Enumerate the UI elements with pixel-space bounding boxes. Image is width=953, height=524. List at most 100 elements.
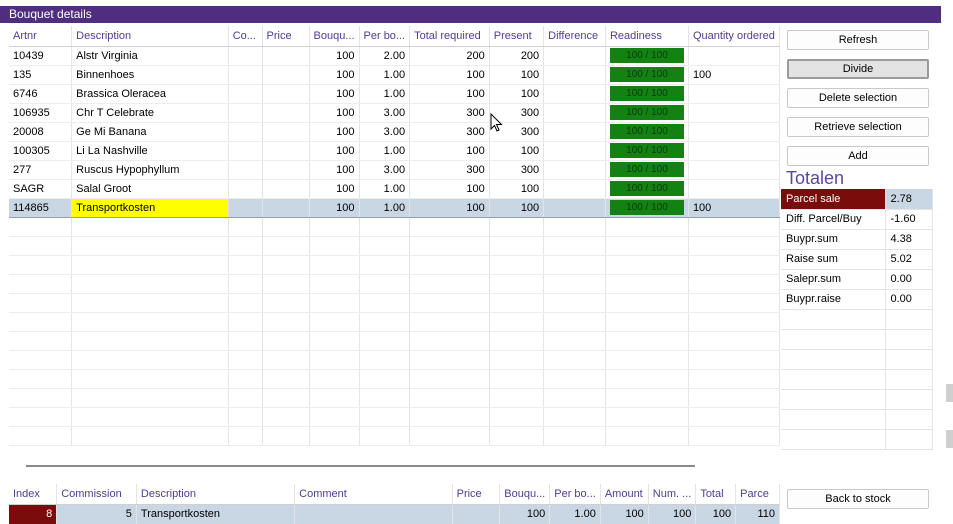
cell-description[interactable]: Transportkosten	[136, 504, 296, 524]
cell-artnr[interactable]: 20008	[9, 122, 73, 142]
cell-description[interactable]: Salal Groot	[71, 179, 229, 199]
cell-total-required[interactable]: 100	[409, 179, 490, 199]
column-header[interactable]: Price	[452, 484, 501, 505]
cell-description[interactable]: Alstr Virginia	[71, 46, 229, 66]
cell-per-bouquet[interactable]: 1.00	[359, 84, 411, 104]
cell-amount[interactable]: 100	[600, 504, 649, 524]
cell-difference[interactable]	[543, 84, 606, 104]
cell-quantity-ordered[interactable]	[688, 160, 780, 180]
cell-price[interactable]	[262, 197, 310, 218]
cell-quantity-ordered[interactable]	[688, 46, 780, 66]
cell-readiness[interactable]: 100 / 100	[605, 65, 689, 85]
cell-quantity-ordered[interactable]	[688, 141, 780, 161]
cell-present[interactable]: 100	[489, 141, 545, 161]
cell-per-bouquet[interactable]: 3.00	[359, 122, 411, 142]
cell-total-required[interactable]: 200	[409, 46, 490, 66]
cell-artnr[interactable]: 114865	[9, 197, 73, 218]
table-row[interactable]: 277 Ruscus Hypophyllum 100 3.00 300 300 100 / …	[9, 160, 780, 180]
cell-bouquets[interactable]: 100	[309, 160, 360, 180]
cell-bouquets[interactable]: 100	[309, 46, 360, 66]
cell-difference[interactable]	[543, 160, 606, 180]
cell-co[interactable]	[228, 160, 263, 180]
cell-co[interactable]	[228, 197, 263, 218]
cell-total-required[interactable]: 100	[409, 141, 490, 161]
table-row[interactable]: 106935 Chr T Celebrate 100 3.00 300 300 100 / …	[9, 103, 780, 123]
cell-bouquets[interactable]: 100	[309, 84, 360, 104]
cell-present[interactable]: 100	[489, 197, 545, 218]
cell-total-required[interactable]: 300	[409, 160, 490, 180]
cell-bouquets[interactable]: 100	[309, 122, 360, 142]
column-header[interactable]: Amount	[600, 484, 649, 505]
cell-total-required[interactable]: 100	[409, 65, 490, 85]
cell-description[interactable]: Li La Nashville	[71, 141, 229, 161]
column-header[interactable]: Bouqu...	[499, 484, 551, 505]
cell-present[interactable]: 100	[489, 179, 545, 199]
cell-readiness[interactable]: 100 / 100	[605, 84, 689, 104]
cell-total[interactable]: 100	[695, 504, 737, 524]
cell-quantity-ordered[interactable]: 100	[688, 65, 780, 85]
cell-price[interactable]	[262, 46, 310, 66]
cell-difference[interactable]	[543, 179, 606, 199]
cell-total-required[interactable]: 100	[409, 197, 490, 218]
cell-quantity-ordered[interactable]	[688, 179, 780, 199]
cell-bouquets[interactable]: 100	[309, 65, 360, 85]
cell-per-bouquet[interactable]: 2.00	[359, 46, 411, 66]
cell-quantity-ordered[interactable]	[688, 84, 780, 104]
cell-difference[interactable]	[543, 122, 606, 142]
column-header[interactable]: Readiness	[605, 26, 689, 47]
cell-artnr[interactable]: 100305	[9, 141, 73, 161]
table-row[interactable]: 100305 Li La Nashville 100 1.00 100 100 100 / …	[9, 141, 780, 161]
column-header[interactable]: Commission	[56, 484, 137, 505]
cell-per-bouquet[interactable]: 1.00	[359, 197, 411, 218]
delete-selection-button[interactable]: Delete selection	[787, 88, 929, 108]
cell-readiness[interactable]: 100 / 100	[605, 141, 689, 161]
cell-bouquets[interactable]: 100	[309, 103, 360, 123]
cell-difference[interactable]	[543, 197, 606, 218]
cell-bouquets[interactable]: 100	[309, 179, 360, 199]
cell-description[interactable]: Chr T Celebrate	[71, 103, 229, 123]
cell-readiness[interactable]: 100 / 100	[605, 160, 689, 180]
cell-description[interactable]: Brassica Oleracea	[71, 84, 229, 104]
cell-readiness[interactable]: 100 / 100	[605, 179, 689, 199]
table-row[interactable]: 6746 Brassica Oleracea 100 1.00 100 100 100 / …	[9, 84, 780, 104]
refresh-button[interactable]: Refresh	[787, 30, 929, 50]
cell-artnr[interactable]: 106935	[9, 103, 73, 123]
cell-readiness[interactable]: 100 / 100	[605, 122, 689, 142]
cell-readiness[interactable]: 100 / 100	[605, 103, 689, 123]
cell-readiness[interactable]: 100 / 100	[605, 197, 689, 218]
column-header[interactable]: Parce	[735, 484, 780, 505]
cell-description[interactable]: Binnenhoes	[71, 65, 229, 85]
cell-bouquets[interactable]: 100	[309, 141, 360, 161]
cell-price[interactable]	[452, 504, 501, 524]
cell-readiness[interactable]: 100 / 100	[605, 46, 689, 66]
cell-description[interactable]: Ruscus Hypophyllum	[71, 160, 229, 180]
cell-price[interactable]	[262, 84, 310, 104]
column-header[interactable]: Bouqu...	[309, 26, 360, 47]
column-header[interactable]: Total required	[409, 26, 490, 47]
divide-button[interactable]: Divide	[787, 59, 929, 79]
cell-total-required[interactable]: 100	[409, 84, 490, 104]
column-header[interactable]: Comment	[294, 484, 453, 505]
cell-price[interactable]	[262, 160, 310, 180]
cell-artnr[interactable]: SAGR	[9, 179, 73, 199]
column-header[interactable]: Per bo...	[549, 484, 601, 505]
cell-bouquets[interactable]: 100	[309, 197, 360, 218]
cell-quantity-ordered[interactable]	[688, 122, 780, 142]
cell-co[interactable]	[228, 141, 263, 161]
cell-per-bouquet[interactable]: 1.00	[359, 65, 411, 85]
commission-grid[interactable]: Index Commission Description Comment Price Bo…	[9, 484, 780, 524]
cell-artnr[interactable]: 6746	[9, 84, 73, 104]
right-scrollbar-thumb-lower[interactable]	[946, 430, 953, 448]
cell-per-bouquet[interactable]: 1.00	[359, 141, 411, 161]
cell-commission[interactable]: 5	[56, 504, 137, 524]
column-header[interactable]: Total	[695, 484, 737, 505]
cell-total-required[interactable]: 300	[409, 103, 490, 123]
cell-difference[interactable]	[543, 141, 606, 161]
cell-num[interactable]: 100	[648, 504, 697, 524]
cell-price[interactable]	[262, 103, 310, 123]
table-row[interactable]: 135 Binnenhoes 100 1.00 100 100 100 / 100 100	[9, 65, 780, 85]
table-row[interactable]: 8 5 Transportkosten 100 1.00 100 100 100 110	[9, 504, 780, 524]
cell-co[interactable]	[228, 179, 263, 199]
cell-co[interactable]	[228, 84, 263, 104]
column-header[interactable]: Description	[136, 484, 296, 505]
